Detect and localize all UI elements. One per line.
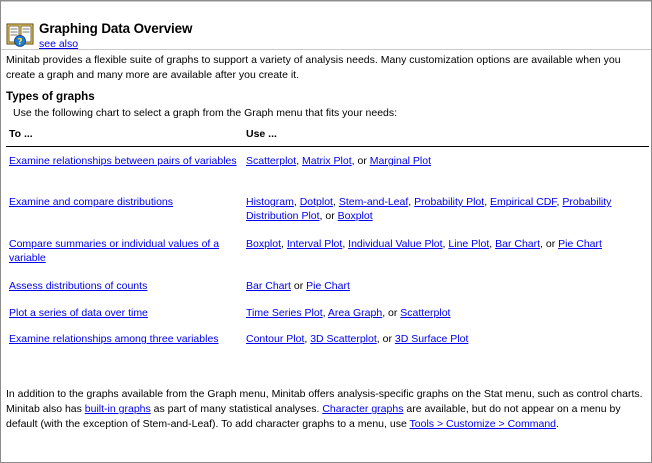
pie-chart-link[interactable]: Pie Chart <box>558 238 602 250</box>
scatterplot-link[interactable]: Scatterplot <box>246 155 296 167</box>
line-plot-link[interactable]: Line Plot <box>448 238 489 250</box>
column-header-use: Use ... <box>246 128 277 140</box>
3d-surface-plot-link[interactable]: 3D Surface Plot <box>395 333 469 345</box>
stem-and-leaf-link[interactable]: Stem-and-Leaf <box>339 196 408 208</box>
matrix-plot-link[interactable]: Matrix Plot <box>302 155 352 167</box>
probability-plot-link[interactable]: Probability Plot <box>414 196 484 208</box>
task-link[interactable]: Examine and compare distributions <box>9 195 237 209</box>
text-segment: , or <box>376 333 395 345</box>
graph-links: Scatterplot, Matrix Plot, or Marginal Pl… <box>246 154 648 168</box>
footer-paragraph: In addition to the graphs available from… <box>6 387 649 432</box>
text-segment: , or <box>351 155 370 167</box>
task-link[interactable]: Plot a series of data over time <box>9 306 237 320</box>
time-series-plot-link[interactable]: Time Series Plot <box>246 307 323 319</box>
task-link[interactable]: Examine relationships between pairs of v… <box>9 154 237 168</box>
text-segment: , or <box>319 210 338 222</box>
header-rule <box>1 49 651 50</box>
task-link[interactable]: Assess distributions of counts <box>9 279 237 293</box>
boxplot-link[interactable]: Boxplot <box>338 210 373 222</box>
top-rule <box>1 1 651 2</box>
help-page: ? Graphing Data Overview see also Minita… <box>0 0 652 463</box>
page-title: Graphing Data Overview <box>39 21 193 36</box>
scatterplot-link[interactable]: Scatterplot <box>400 307 450 319</box>
text-segment: , or <box>382 307 401 319</box>
area-graph-link[interactable]: Area Graph <box>328 307 382 319</box>
text-segment: or <box>290 280 307 292</box>
graph-links: Boxplot, Interval Plot, Individual Value… <box>246 237 648 251</box>
boxplot-link[interactable]: Boxplot <box>246 238 281 250</box>
table-header-rule <box>6 146 649 147</box>
marginal-plot-link[interactable]: Marginal Plot <box>370 155 431 167</box>
pie-chart-link[interactable]: Pie Chart <box>306 280 350 292</box>
graph-links: Contour Plot, 3D Scatterplot, or 3D Surf… <box>246 332 648 346</box>
types-of-graphs-heading: Types of graphs <box>6 90 95 103</box>
bar-chart-link[interactable]: Bar Chart <box>246 280 291 292</box>
graph-links: Bar Chart or Pie Chart <box>246 279 648 293</box>
character-graphs-link[interactable]: Character graphs <box>322 403 403 415</box>
interval-plot-link[interactable]: Interval Plot <box>287 238 342 250</box>
empirical-cdf-link[interactable]: Empirical CDF <box>490 196 557 208</box>
column-header-to: To ... <box>9 128 33 140</box>
task-link[interactable]: Compare summaries or individual values o… <box>9 237 237 265</box>
histogram-link[interactable]: Histogram <box>246 196 294 208</box>
text-segment: , or <box>540 238 559 250</box>
bar-chart-link[interactable]: Bar Chart <box>495 238 540 250</box>
dotplot-link[interactable]: Dotplot <box>300 196 333 208</box>
page-header: ? Graphing Data Overview see also <box>6 21 646 50</box>
3d-scatterplot-link[interactable]: 3D Scatterplot <box>310 333 377 345</box>
intro-paragraph: Minitab provides a flexible suite of gra… <box>6 54 621 81</box>
built-in-graphs-link[interactable]: built-in graphs <box>85 403 151 415</box>
graph-links: Histogram, Dotplot, Stem-and-Leaf, Proba… <box>246 195 648 223</box>
graph-links: Time Series Plot, Area Graph, or Scatter… <box>246 306 648 320</box>
text-segment: . <box>556 418 559 430</box>
text-segment: as part of many statistical analyses. <box>150 403 323 415</box>
svg-text:?: ? <box>17 38 22 48</box>
contour-plot-link[interactable]: Contour Plot <box>246 333 304 345</box>
tools-customize-command-link[interactable]: Tools > Customize > Command <box>410 418 556 430</box>
help-book-icon: ? <box>6 22 35 48</box>
instructions-text: Use the following chart to select a grap… <box>13 107 398 119</box>
task-link[interactable]: Examine relationships among three variab… <box>9 332 237 346</box>
individual-value-plot-link[interactable]: Individual Value Plot <box>348 238 442 250</box>
